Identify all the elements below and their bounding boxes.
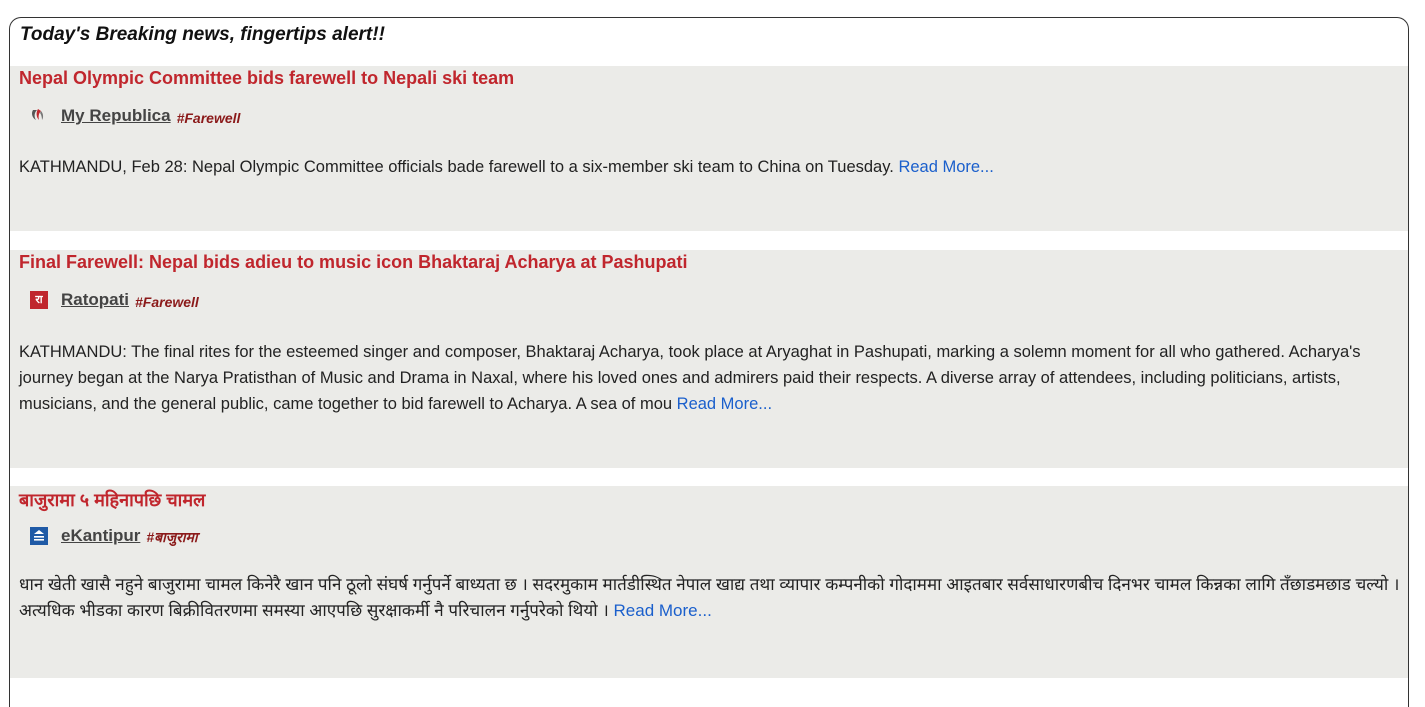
ratopati-logo-icon: रा <box>30 291 48 309</box>
summary-text: KATHMANDU, Feb 28: Nepal Olympic Committ… <box>19 158 894 176</box>
article-summary: KATHMANDU, Feb 28: Nepal Olympic Committ… <box>19 154 1404 180</box>
tag-link[interactable]: #Farewell <box>135 294 199 310</box>
ekantipur-logo-icon <box>30 527 48 545</box>
tag-link[interactable]: #Farewell <box>177 110 241 126</box>
article-headline-link[interactable]: Nepal Olympic Committee bids farewell to… <box>19 68 514 89</box>
source-name-link[interactable]: eKantipur <box>61 526 140 546</box>
source-row: eKantipur #बाजुरामा <box>30 524 198 548</box>
news-panel: Today's Breaking news, fingertips alert!… <box>9 17 1409 707</box>
republica-logo-icon <box>30 107 48 125</box>
news-card: बाजुरामा ५ महिनापछि चामल eKantipur #बाजु… <box>10 486 1408 678</box>
source-name-link[interactable]: My Republica <box>61 106 171 126</box>
read-more-link[interactable]: Read More... <box>614 601 712 620</box>
read-more-link[interactable]: Read More... <box>898 158 993 176</box>
source-row: रा Ratopati #Farewell <box>30 288 199 312</box>
article-headline-link[interactable]: Final Farewell: Nepal bids adieu to musi… <box>19 252 688 273</box>
source-row: My Republica #Farewell <box>30 104 240 128</box>
article-summary: धान खेती खासै नहुने बाजुरामा चामल किनेरै… <box>19 572 1404 624</box>
article-headline-link[interactable]: बाजुरामा ५ महिनापछि चामल <box>19 488 205 512</box>
read-more-link[interactable]: Read More... <box>677 395 772 413</box>
news-card: Final Farewell: Nepal bids adieu to musi… <box>10 250 1408 468</box>
tag-link[interactable]: #बाजुरामा <box>146 528 197 547</box>
source-name-link[interactable]: Ratopati <box>61 290 129 310</box>
news-card: Nepal Olympic Committee bids farewell to… <box>10 66 1408 231</box>
panel-title: Today's Breaking news, fingertips alert!… <box>20 24 385 45</box>
article-summary: KATHMANDU: The final rites for the estee… <box>19 339 1404 417</box>
